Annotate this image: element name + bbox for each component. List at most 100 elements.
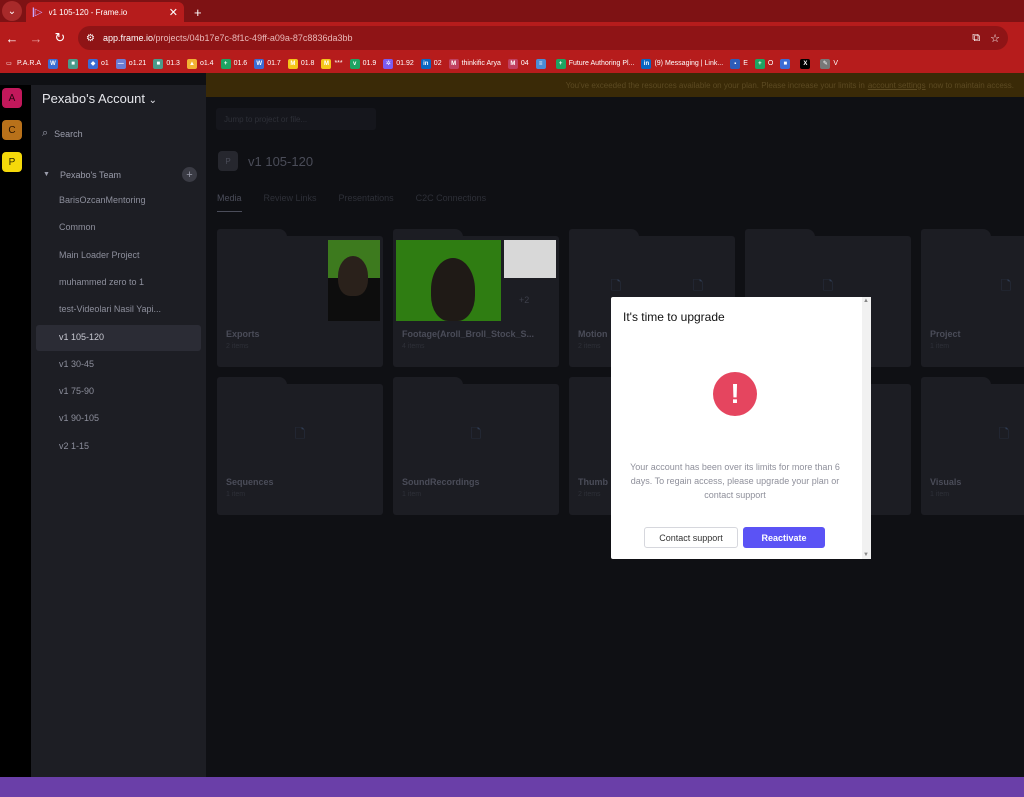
folder-card[interactable]: 🗋 Sequences 1 item xyxy=(217,377,383,515)
tab-search-icon[interactable]: ⌄ xyxy=(2,1,22,21)
bookmark-item[interactable]: ■ xyxy=(68,58,81,69)
bookmark-item[interactable]: W 01.7 xyxy=(254,58,281,69)
banner-text: You've exceeded the resources available … xyxy=(565,80,865,90)
project-badge: P xyxy=(218,151,238,171)
account-settings-link[interactable]: account settings xyxy=(868,81,926,90)
install-app-icon[interactable]: ⧉ xyxy=(972,32,980,45)
forward-arrow-icon[interactable]: → xyxy=(24,31,48,46)
pen-icon: ✎ xyxy=(820,58,831,69)
folder-card[interactable]: 🗋 Project 1 item xyxy=(921,229,1024,367)
bookmark-item[interactable]: in (9) Messaging | Link... xyxy=(641,58,723,69)
workspace-c[interactable]: C xyxy=(2,120,22,140)
bookmark-label: V xyxy=(833,60,838,67)
bookmark-label: 01.9 xyxy=(362,60,377,67)
sidebar-project-item[interactable]: Main Loader Project xyxy=(59,250,199,260)
bookmark-item[interactable]: M 01.8 xyxy=(287,58,315,69)
folder-card[interactable]: 🗋 Visuals 1 item xyxy=(921,377,1024,515)
bookmark-item[interactable]: M *** xyxy=(321,58,343,69)
bookmark-item[interactable]: + O xyxy=(754,58,774,69)
app-icon: ▪ xyxy=(730,58,741,69)
sidebar-project-item[interactable]: BarisOzcanMentoring xyxy=(59,195,199,205)
sidebar-project-item[interactable]: v1 75-90 xyxy=(59,386,199,396)
tab-review-links[interactable]: Review Links xyxy=(264,193,317,212)
sidebar-search[interactable]: ⌕ Search xyxy=(42,127,83,140)
scroll-down-icon[interactable]: ▼ xyxy=(863,552,869,558)
bookmark-item[interactable]: ▭ P.A.R.A xyxy=(4,58,41,69)
bookmark-item[interactable]: ▲ o1.4 xyxy=(186,58,214,69)
bookmark-star-icon[interactable]: ☆ xyxy=(990,32,1000,45)
workspace-p[interactable]: P xyxy=(2,152,22,172)
bookmark-item[interactable]: ✎ V xyxy=(820,58,838,69)
team-header[interactable]: ▼ Pexabo's Team + xyxy=(43,167,197,182)
close-tab-icon[interactable]: ✕ xyxy=(169,6,178,19)
video-thumbnail xyxy=(396,240,501,321)
bookmark-item[interactable]: ≡ xyxy=(535,58,549,69)
bookmark-item[interactable]: ■ xyxy=(780,58,793,69)
account-name: Pexabo's Account xyxy=(42,91,145,106)
m-icon: M xyxy=(287,58,298,69)
browser-tab-active[interactable]: |▷ v1 105-120 - Frame.io ✕ xyxy=(26,2,184,22)
file-icon: 🗋 xyxy=(692,278,704,293)
folder-card[interactable]: +2 Footage(Aroll_Broll_Stock_S... 4 items xyxy=(393,229,559,367)
back-arrow-icon[interactable]: ← xyxy=(0,31,24,46)
sidebar-project-item[interactable]: v2 1-15 xyxy=(59,441,199,451)
sidebar-project-item[interactable]: v1 30-45 xyxy=(59,359,199,369)
tab-presentations[interactable]: Presentations xyxy=(339,193,394,212)
scroll-up-icon[interactable]: ▲ xyxy=(863,298,869,304)
file-icon: 🗋 xyxy=(1000,278,1012,293)
browser-toolbar: ← → ↻ ⚙ app.frame.io/projects/04b17e7c-8… xyxy=(0,22,1024,54)
bookmark-item[interactable]: M 04 xyxy=(507,58,529,69)
drive-icon: ▲ xyxy=(186,58,197,69)
modal-scrollbar[interactable]: ▲ ▼ xyxy=(862,297,871,559)
bookmark-label: O xyxy=(767,60,774,67)
reload-icon[interactable]: ↻ xyxy=(48,30,72,46)
bookmark-item[interactable]: W xyxy=(48,58,61,69)
site-settings-icon[interactable]: ⚙ xyxy=(86,33,95,44)
tab-c2c-connections[interactable]: C2C Connections xyxy=(416,193,487,212)
sidebar-project-item[interactable]: v1 90-105 xyxy=(59,413,199,423)
jump-to-search-input[interactable]: Jump to project or file... xyxy=(216,108,376,130)
sidebar-project-item[interactable]: muhammed zero to 1 xyxy=(59,277,199,287)
folder-item-count: 2 items xyxy=(578,343,601,350)
tab-media[interactable]: Media xyxy=(217,193,242,212)
bookmark-item[interactable]: ✲ 01.92 xyxy=(383,58,414,69)
folder-card[interactable]: Exports 2 items xyxy=(217,229,383,367)
address-bar[interactable]: ⚙ app.frame.io/projects/04b17e7c-8f1c-49… xyxy=(78,26,1008,50)
person-silhouette xyxy=(338,256,368,296)
alert-icon: ! xyxy=(713,372,757,416)
sidebar-project-item[interactable]: test-Videolari Nasil Yapi... xyxy=(59,304,199,314)
bookmark-label: 01.8 xyxy=(300,60,315,67)
folder-icon: ▭ xyxy=(4,58,14,69)
project-title: v1 105-120 xyxy=(248,153,314,169)
new-tab-button[interactable]: + xyxy=(194,5,202,20)
contact-support-button[interactable]: Contact support xyxy=(644,527,738,548)
bookmark-label: 01.6 xyxy=(233,60,248,67)
bookmark-item[interactable]: ◆ o1 xyxy=(88,58,109,69)
bookmark-item[interactable]: ▪ E xyxy=(730,58,748,69)
folder-item-count: 1 item xyxy=(226,491,246,498)
reactivate-button[interactable]: Reactivate xyxy=(743,527,825,548)
bookmark-item[interactable]: ■ 01.3 xyxy=(153,58,180,69)
bookmark-item[interactable]: + Future Authoring Pl... xyxy=(555,58,634,69)
bookmark-item[interactable]: +01.6 xyxy=(220,58,248,69)
chevron-down-icon[interactable]: ▼ xyxy=(43,171,50,178)
sheets-icon: + xyxy=(220,58,231,69)
sheets-icon: + xyxy=(754,58,765,69)
add-project-button[interactable]: + xyxy=(182,167,197,182)
file-icon: 🗋 xyxy=(822,278,834,293)
sidebar-project-item[interactable]: Common xyxy=(59,222,199,232)
bookmark-item[interactable]: X xyxy=(800,58,813,69)
account-switcher[interactable]: Pexabo's Account ⌄ xyxy=(42,91,157,106)
bookmark-label: o1.4 xyxy=(199,60,214,67)
project-header: P v1 105-120 xyxy=(218,151,313,171)
bookmark-item[interactable]: in 02 xyxy=(420,58,442,69)
sidebar-project-item[interactable]: v1 105-120 xyxy=(59,332,199,342)
workspace-a[interactable]: A xyxy=(2,88,22,108)
address-url[interactable]: app.frame.io/projects/04b17e7c-8f1c-49ff… xyxy=(103,33,962,43)
bookmark-label: 01.3 xyxy=(166,60,180,67)
bookmark-item[interactable]: v 01.9 xyxy=(349,58,377,69)
folder-card[interactable]: 🗋 SoundRecordings 1 item xyxy=(393,377,559,515)
bookmark-item[interactable]: — o1.21 xyxy=(115,58,146,69)
bookmark-item[interactable]: Mthinkific Arya xyxy=(448,58,501,69)
x-icon: X xyxy=(800,58,811,69)
